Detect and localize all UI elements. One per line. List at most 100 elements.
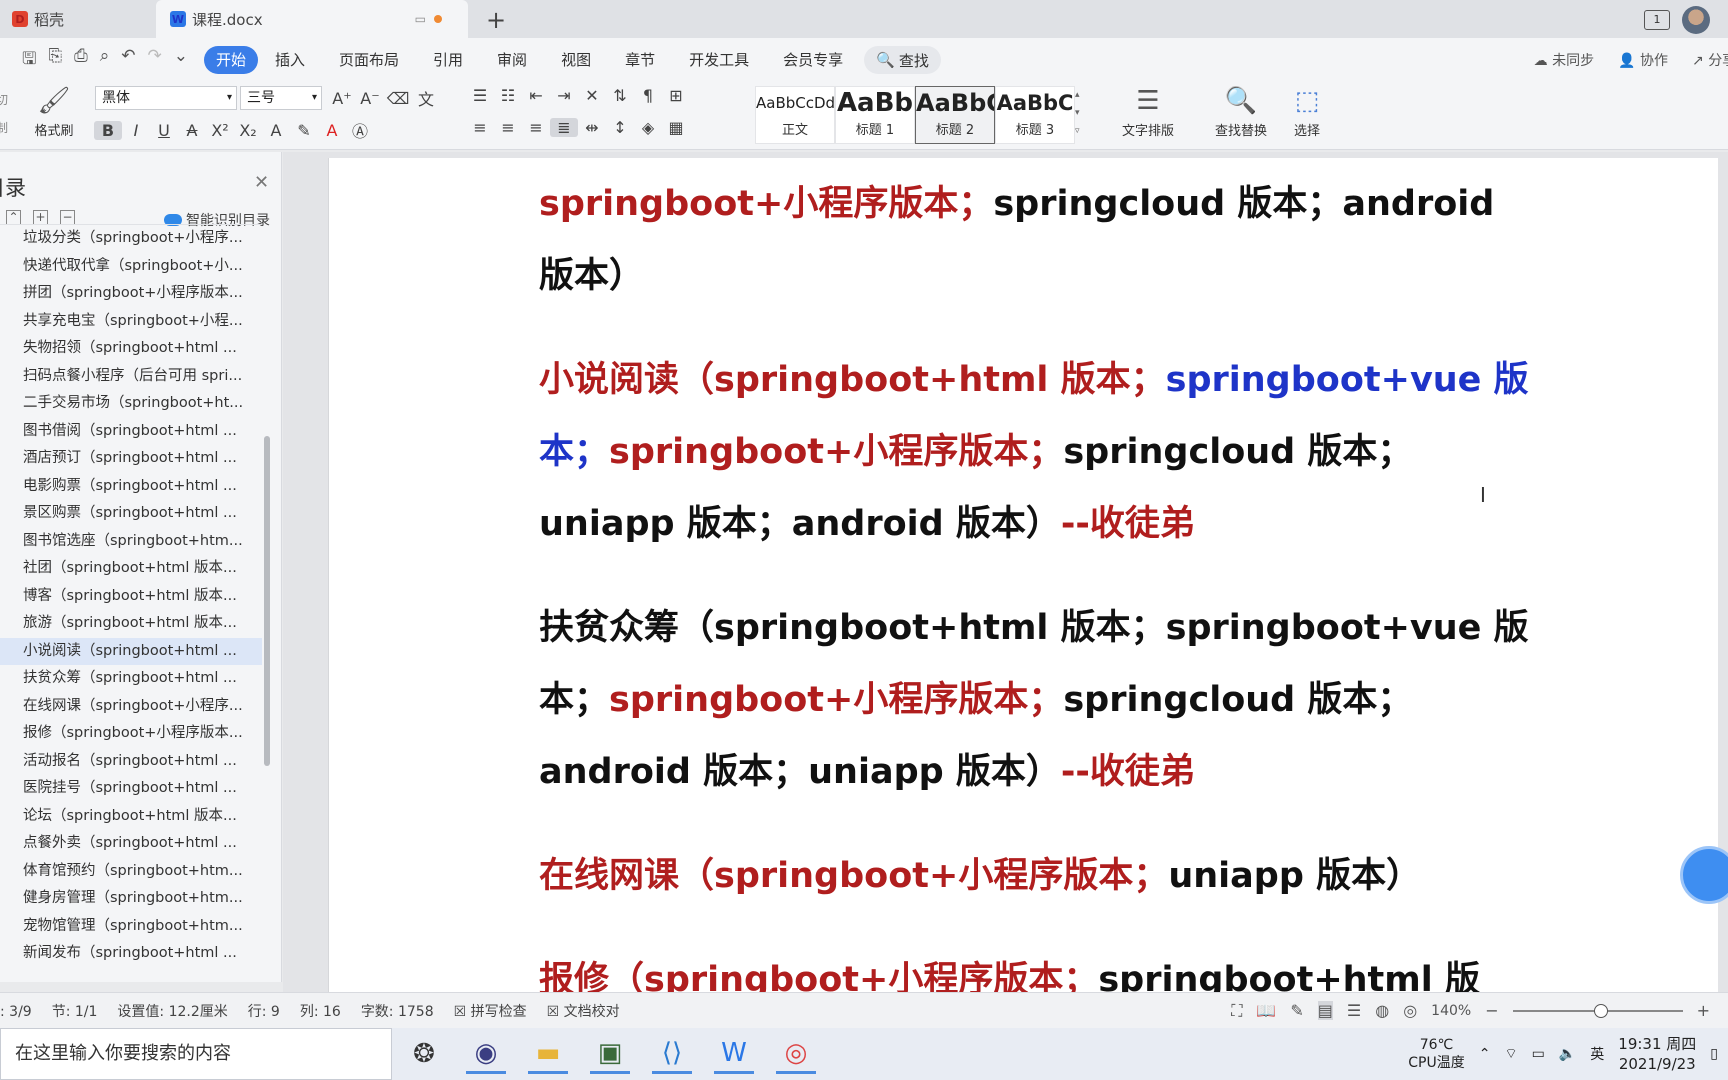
toc-item[interactable]: 二手交易市场（springboot+ht... bbox=[0, 390, 262, 418]
collapse-up-icon[interactable]: ⌃ bbox=[6, 210, 21, 225]
proofread-button[interactable]: ☒ 文档校对 bbox=[547, 1001, 620, 1021]
zoom-level[interactable]: 140% bbox=[1431, 1003, 1471, 1019]
zoom-out-icon[interactable]: − bbox=[1485, 1001, 1498, 1020]
toc-item[interactable]: 图书馆选座（springboot+htm... bbox=[0, 528, 262, 556]
toc-item[interactable]: 电影购票（springboot+html ... bbox=[0, 473, 262, 501]
line-spacing-icon[interactable]: ↕ bbox=[606, 118, 634, 137]
phonetic-icon[interactable]: 文 bbox=[412, 86, 440, 110]
subscript-icon[interactable]: X₂ bbox=[234, 121, 262, 140]
toc-item[interactable]: 论坛（springboot+html 版本... bbox=[0, 803, 262, 831]
undo-icon[interactable]: ↶ bbox=[121, 46, 135, 75]
text-effect-icon[interactable]: A bbox=[262, 121, 290, 140]
menu-item[interactable]: 开发工具 bbox=[672, 46, 766, 74]
close-icon[interactable]: ✕ bbox=[254, 172, 269, 193]
task-view-icon[interactable]: ❂ bbox=[404, 1034, 444, 1074]
collapse-icon[interactable]: − bbox=[60, 210, 75, 225]
style-heading-1[interactable]: AaBb 标题 1 bbox=[835, 86, 915, 144]
menu-item[interactable]: 插入 bbox=[258, 46, 322, 74]
toc-item[interactable]: 社团（springboot+html 版本... bbox=[0, 555, 262, 583]
shading-icon[interactable]: ◈ bbox=[634, 118, 662, 137]
wifi-icon[interactable]: ⌔ bbox=[1504, 1045, 1517, 1063]
select-button[interactable]: ⬚ 选择 bbox=[1284, 86, 1330, 139]
font-size-select[interactable]: 三号 ▾ bbox=[240, 86, 322, 110]
toc-item[interactable]: 体育馆预约（springboot+htm... bbox=[0, 858, 262, 886]
file-explorer-icon[interactable]: ▬ bbox=[528, 1034, 568, 1074]
toc-item[interactable]: 酒店预订（springboot+html ... bbox=[0, 445, 262, 473]
text-layout-button[interactable]: ☰ 文字排版 bbox=[1110, 86, 1186, 139]
wps-icon[interactable]: W bbox=[714, 1034, 754, 1074]
cut-button[interactable]: 剪切 bbox=[0, 86, 30, 114]
bold-icon[interactable]: B bbox=[94, 120, 122, 140]
format-painter-button[interactable]: 🖌 格式刷 bbox=[30, 86, 78, 139]
superscript-icon[interactable]: X² bbox=[206, 121, 234, 140]
reading-mode-icon[interactable]: 📖 bbox=[1256, 1001, 1276, 1020]
toc-item[interactable]: 图书借阅（springboot+html ... bbox=[0, 418, 262, 446]
menu-item[interactable]: 引用 bbox=[416, 46, 480, 74]
toc-item[interactable]: 快递代取代拿（springboot+小... bbox=[0, 253, 262, 281]
highlight-icon[interactable]: ✎ bbox=[290, 121, 318, 140]
char-border-icon[interactable]: Ⓐ bbox=[346, 118, 374, 142]
toc-item[interactable]: 拼团（springboot+小程序版本... bbox=[0, 280, 262, 308]
justify-icon[interactable]: ≣ bbox=[550, 118, 578, 137]
battery-icon[interactable]: ▭ bbox=[1532, 1046, 1545, 1062]
toc-item[interactable]: 扫码点餐小程序（后台可用 spri... bbox=[0, 363, 262, 391]
eclipse-icon[interactable]: ◉ bbox=[466, 1034, 506, 1074]
share-button[interactable]: ↗ 分享 bbox=[1692, 50, 1728, 70]
sort-icon[interactable]: ⇅ bbox=[606, 86, 634, 105]
toc-item[interactable]: 失物招领（springboot+html ... bbox=[0, 335, 262, 363]
export-icon[interactable]: ⎘ bbox=[48, 46, 62, 75]
vscode-icon[interactable]: ⟨⟩ bbox=[652, 1034, 692, 1074]
menu-item[interactable]: 开始 bbox=[203, 46, 258, 74]
menu-item[interactable]: 会员专享 bbox=[766, 46, 860, 74]
new-tab-plus-icon[interactable]: + bbox=[486, 6, 506, 34]
sync-status[interactable]: ☁ 未同步 bbox=[1534, 50, 1594, 70]
clock[interactable]: 19:31 周四 2021/9/23 bbox=[1618, 1034, 1696, 1074]
cpu-temp[interactable]: 76℃ CPU温度 bbox=[1408, 1036, 1464, 1072]
menu-item[interactable]: 视图 bbox=[544, 46, 608, 74]
print-preview-icon[interactable]: ⌕ bbox=[100, 46, 110, 75]
outline-view-icon[interactable]: ☰ bbox=[1347, 1001, 1361, 1020]
taskbar-search-input[interactable]: 在这里输入你要搜索的内容 bbox=[0, 1028, 392, 1080]
table-draw-icon[interactable]: ⊞ bbox=[662, 86, 690, 105]
toc-item[interactable]: 共享充电宝（springboot+小程... bbox=[0, 308, 262, 336]
menu-item[interactable]: 页面布局 bbox=[322, 46, 416, 74]
chrome-icon[interactable]: ◎ bbox=[776, 1034, 816, 1074]
page-view-icon[interactable]: ▤ bbox=[1317, 1001, 1333, 1020]
align-center-icon[interactable]: ≡ bbox=[494, 118, 522, 137]
save-icon[interactable]: 🖫 bbox=[22, 46, 36, 75]
style-heading-2[interactable]: AaBbC 标题 2 bbox=[915, 86, 995, 144]
write-mode-icon[interactable]: ✎ bbox=[1290, 1001, 1303, 1020]
toc-item[interactable]: 点餐外卖（springboot+html ... bbox=[0, 830, 262, 858]
tray-expand-icon[interactable]: ⌃ bbox=[1479, 1046, 1491, 1062]
style-scroll-arrows[interactable]: ▴ ▾ ▿ bbox=[1075, 86, 1089, 144]
numbered-list-icon[interactable]: ☷ bbox=[494, 86, 522, 105]
align-left-icon[interactable]: ≡ bbox=[466, 118, 494, 137]
toc-item[interactable]: 在线网课（springboot+小程序... bbox=[0, 693, 262, 721]
spell-check-button[interactable]: ☒ 拼写检查 bbox=[454, 1001, 527, 1021]
collaborate-button[interactable]: 👤 协作 bbox=[1618, 50, 1668, 70]
zoom-slider[interactable] bbox=[1512, 1003, 1683, 1018]
zoom-in-icon[interactable]: + bbox=[1697, 1001, 1710, 1020]
toc-item[interactable]: 活动报名（springboot+html ... bbox=[0, 748, 262, 776]
bullet-list-icon[interactable]: ☰ bbox=[466, 86, 494, 105]
decrease-indent-icon[interactable]: ⇤ bbox=[522, 86, 550, 105]
align-right-icon[interactable]: ≡ bbox=[522, 118, 550, 137]
monitor-icon[interactable]: ▭ bbox=[415, 12, 426, 26]
increase-indent-icon[interactable]: ⇥ bbox=[550, 86, 578, 105]
volume-icon[interactable]: 🔈 bbox=[1559, 1046, 1576, 1062]
show-marks-icon[interactable]: ¶ bbox=[634, 86, 662, 105]
document-body[interactable]: springboot+小程序版本；springcloud 版本；android … bbox=[539, 168, 1539, 992]
menu-item[interactable]: 审阅 bbox=[480, 46, 544, 74]
font-color-icon[interactable]: A bbox=[318, 121, 346, 140]
strikethrough-icon[interactable]: A bbox=[178, 121, 206, 140]
web-view-icon[interactable]: ◍ bbox=[1375, 1001, 1389, 1020]
redo-icon[interactable]: ↷ bbox=[147, 46, 161, 75]
shrink-font-icon[interactable]: A⁻ bbox=[356, 89, 384, 108]
style-heading-3[interactable]: AaBbC 标题 3 bbox=[995, 86, 1075, 144]
toc-item[interactable]: 新闻发布（springboot+html ... bbox=[0, 940, 262, 960]
copy-button[interactable]: 复制 bbox=[0, 114, 30, 142]
underline-icon[interactable]: U bbox=[150, 121, 178, 140]
toc-item[interactable]: 旅游（springboot+html 版本... bbox=[0, 610, 262, 638]
print-icon[interactable]: ⎙ bbox=[74, 46, 88, 75]
avatar[interactable] bbox=[1682, 6, 1710, 34]
